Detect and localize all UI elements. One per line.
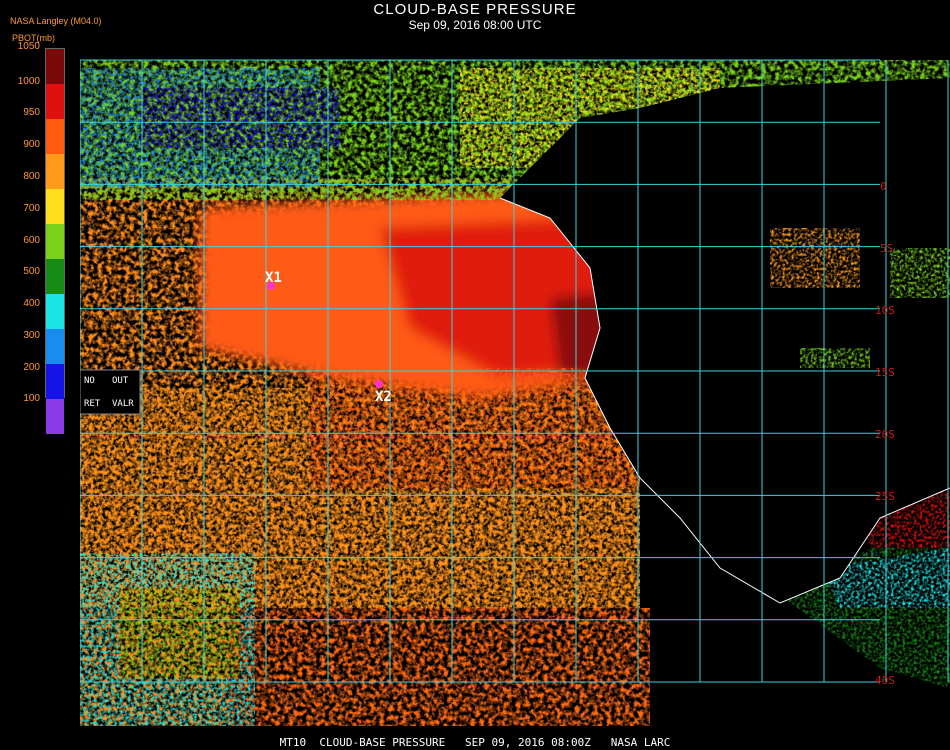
colorbar-swatch-8 — [46, 329, 64, 364]
colorbar-tick-600: 600 — [23, 235, 40, 246]
product-credit: NASA Langley (M04.0) — [10, 16, 102, 26]
lat-label-10s: 10S — [875, 304, 895, 317]
lat-label-20s: 20S — [875, 428, 895, 441]
colorbar-swatch-7 — [46, 294, 64, 329]
marker-x1-label: X1 — [265, 270, 282, 286]
cloud-base-pressure-map: 0 5S 10S 15S 20S 25S 40S NO OUT RET VALR… — [80, 48, 950, 726]
colorbar-tick-500: 500 — [23, 266, 40, 277]
lat-label-40s: 40S — [875, 674, 895, 687]
colorbar-swatch-0 — [46, 49, 64, 84]
map-subtitle-timestamp: Sep 09, 2016 08:00 UTC — [408, 18, 542, 32]
colorbar-tick-400: 400 — [23, 298, 40, 309]
colorbar-tick-900: 900 — [23, 139, 40, 150]
colorbar-swatch-2 — [46, 119, 64, 154]
colorbar-swatch-1 — [46, 84, 64, 119]
product-footer: MT10 CLOUD-BASE PRESSURE SEP 09, 2016 08… — [279, 736, 671, 749]
lat-label-25s: 25S — [875, 490, 895, 503]
colorbar-tick-300: 300 — [23, 330, 40, 341]
colorbar-swatch-3 — [46, 154, 64, 189]
key-ret: RET — [84, 399, 101, 409]
colorbar-swatch-10 — [46, 399, 64, 434]
colorbar-tick-100: 100 — [23, 393, 40, 404]
colorbar-tick-200: 200 — [23, 362, 40, 373]
lat-label-0: 0 — [880, 180, 887, 193]
key-valr: VALR — [112, 399, 134, 409]
colorbar-swatch-6 — [46, 259, 64, 294]
colorbar-tick-800: 800 — [23, 171, 40, 182]
lat-label-5s: 5S — [880, 242, 893, 255]
colorbar-swatch-5 — [46, 224, 64, 259]
colorbar — [45, 48, 65, 434]
marker-x2-dot[interactable] — [375, 380, 383, 388]
colorbar-tick-1000: 1000 — [17, 76, 40, 87]
map-title: CLOUD-BASE PRESSURE — [373, 1, 577, 18]
colorbar-tick-950: 950 — [23, 107, 40, 118]
key-no: NO — [84, 376, 95, 386]
marker-x2-label: X2 — [375, 389, 392, 405]
colorbar-swatch-4 — [46, 189, 64, 224]
colorbar-tick-1050: 1050 — [17, 41, 40, 52]
satellite-map: 0 5S 10S 15S 20S 25S 40S NO OUT RET VALR… — [80, 48, 950, 726]
lat-label-15s: 15S — [875, 366, 895, 379]
no-data-key: NO OUT RET VALR — [80, 369, 141, 415]
colorbar-tick-700: 700 — [23, 203, 40, 214]
colorbar-swatch-9 — [46, 364, 64, 399]
key-out: OUT — [112, 376, 129, 386]
